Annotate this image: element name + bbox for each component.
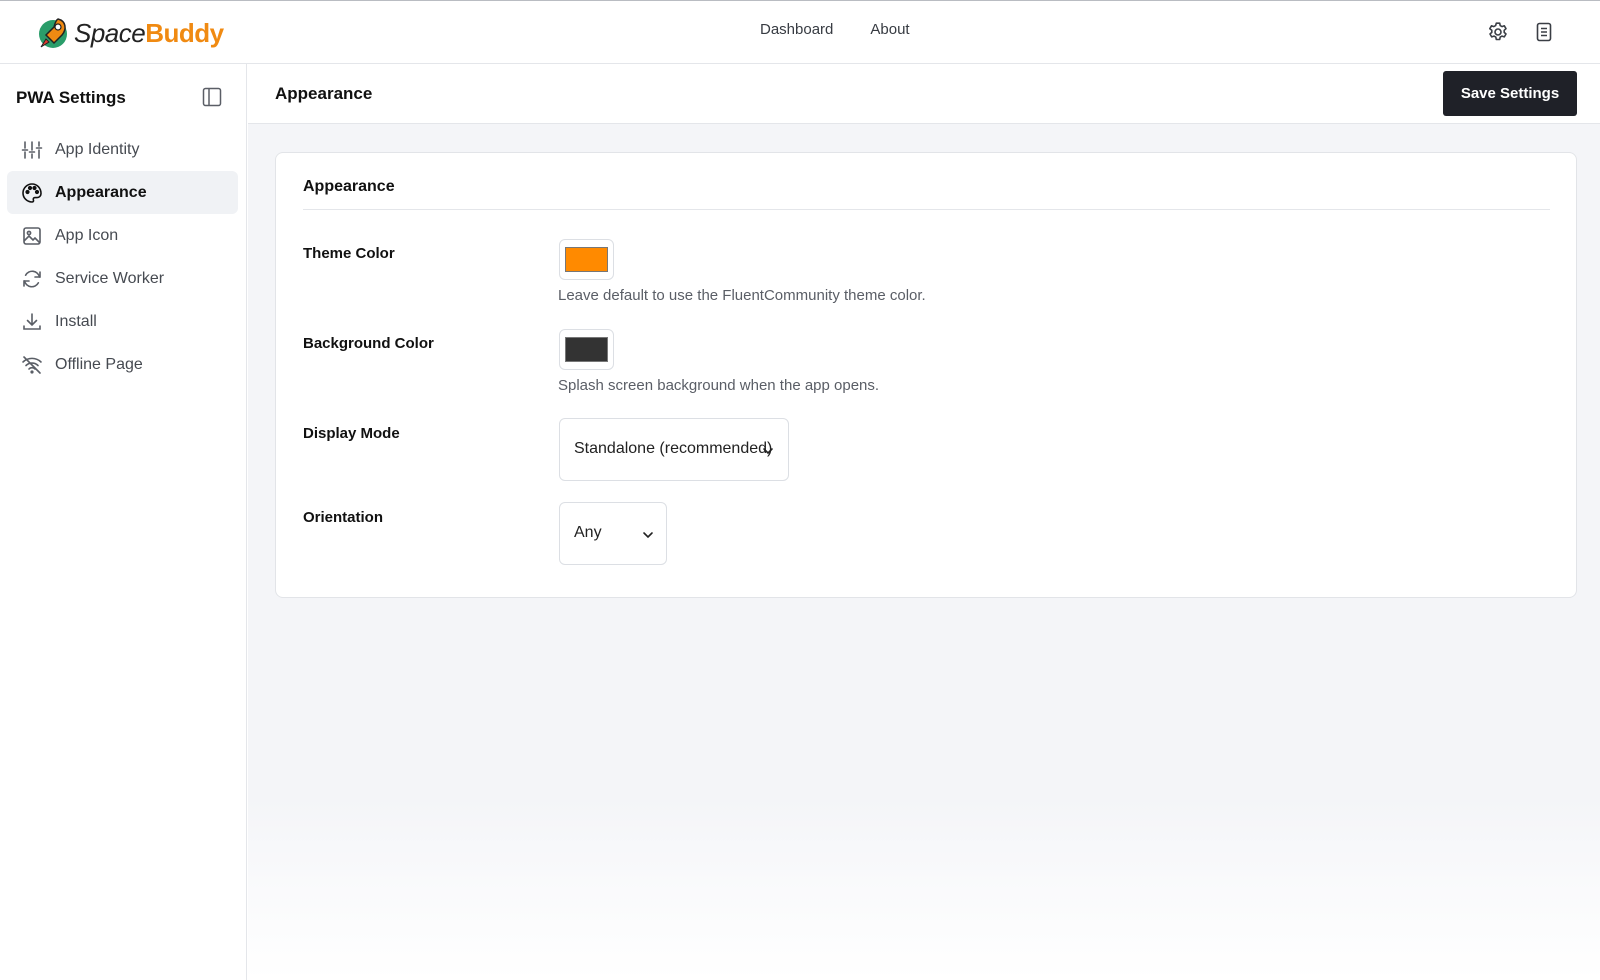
- sidebar-item-label: App Identity: [55, 140, 140, 158]
- sidebar-item-offline-page[interactable]: Offline Page: [7, 343, 238, 386]
- sidebar-title: PWA Settings: [16, 88, 126, 107]
- sidebar-item-label: Install: [55, 312, 97, 330]
- background-color-picker[interactable]: [559, 329, 614, 370]
- refresh-icon: [21, 268, 43, 290]
- top-navbar: SpaceBuddy Dashboard About: [0, 0, 1600, 64]
- sidebar-item-appearance[interactable]: Appearance: [7, 171, 238, 214]
- nav-about-link[interactable]: About: [870, 21, 909, 38]
- sidebar-menu: App Identity Appearance App Icon Service…: [7, 128, 238, 386]
- page-title: Appearance: [275, 84, 373, 103]
- chevron-down-icon: [763, 448, 773, 455]
- document-icon[interactable]: [1532, 20, 1556, 44]
- orientation-value: Any: [574, 524, 602, 541]
- sliders-icon: [21, 139, 43, 161]
- main-content: Appearance Save Settings Appearance Them…: [248, 64, 1600, 980]
- theme-color-help: Leave default to use the FluentCommunity…: [558, 287, 926, 304]
- orientation-label: Orientation: [303, 509, 384, 526]
- palette-icon: [21, 182, 43, 204]
- rocket-logo-icon: [39, 18, 67, 48]
- sidebar-item-label: Service Worker: [55, 269, 165, 287]
- background-color-swatch: [565, 337, 608, 362]
- brand-name-part2: Buddy: [145, 17, 224, 48]
- save-settings-button[interactable]: Save Settings: [1443, 71, 1577, 116]
- theme-color-picker[interactable]: [559, 239, 614, 280]
- brand-logo-link[interactable]: SpaceBuddy: [36, 14, 224, 52]
- appearance-card: Appearance Theme Color Leave default to …: [275, 152, 1577, 598]
- top-nav: Dashboard About: [760, 21, 910, 38]
- sidebar-item-label: Appearance: [55, 183, 147, 201]
- sidebar-item-install[interactable]: Install: [7, 300, 238, 343]
- content-header: Appearance Save Settings: [248, 64, 1600, 124]
- image-icon: [21, 225, 43, 247]
- brand-name: SpaceBuddy: [74, 18, 224, 49]
- sidebar-item-service-worker[interactable]: Service Worker: [7, 257, 238, 300]
- display-mode-label: Display Mode: [303, 425, 400, 442]
- brand-name-part1: Space: [74, 17, 146, 48]
- theme-color-label: Theme Color: [303, 245, 395, 262]
- gear-icon[interactable]: [1486, 20, 1510, 44]
- background-color-help: Splash screen background when the app op…: [558, 377, 880, 394]
- card-divider: [303, 209, 1550, 210]
- panel-toggle-icon[interactable]: [201, 86, 223, 108]
- sidebar-item-label: Offline Page: [55, 355, 143, 373]
- background-color-label: Background Color: [303, 335, 434, 352]
- top-actions: [1486, 20, 1556, 44]
- card-title: Appearance: [303, 178, 395, 195]
- display-mode-value: Standalone (recommended): [574, 440, 773, 457]
- orientation-select[interactable]: Any: [559, 502, 667, 565]
- wifi-off-icon: [21, 354, 43, 376]
- sidebar-item-label: App Icon: [55, 226, 119, 244]
- chevron-down-icon: [643, 532, 653, 539]
- sidebar-item-app-icon[interactable]: App Icon: [7, 214, 238, 257]
- theme-color-swatch: [565, 247, 608, 272]
- sidebar-item-app-identity[interactable]: App Identity: [7, 128, 238, 171]
- nav-dashboard-link[interactable]: Dashboard: [760, 21, 833, 38]
- sidebar: PWA Settings App Identity Appearance App…: [0, 64, 247, 980]
- download-icon: [21, 311, 43, 333]
- display-mode-select[interactable]: Standalone (recommended): [559, 418, 789, 481]
